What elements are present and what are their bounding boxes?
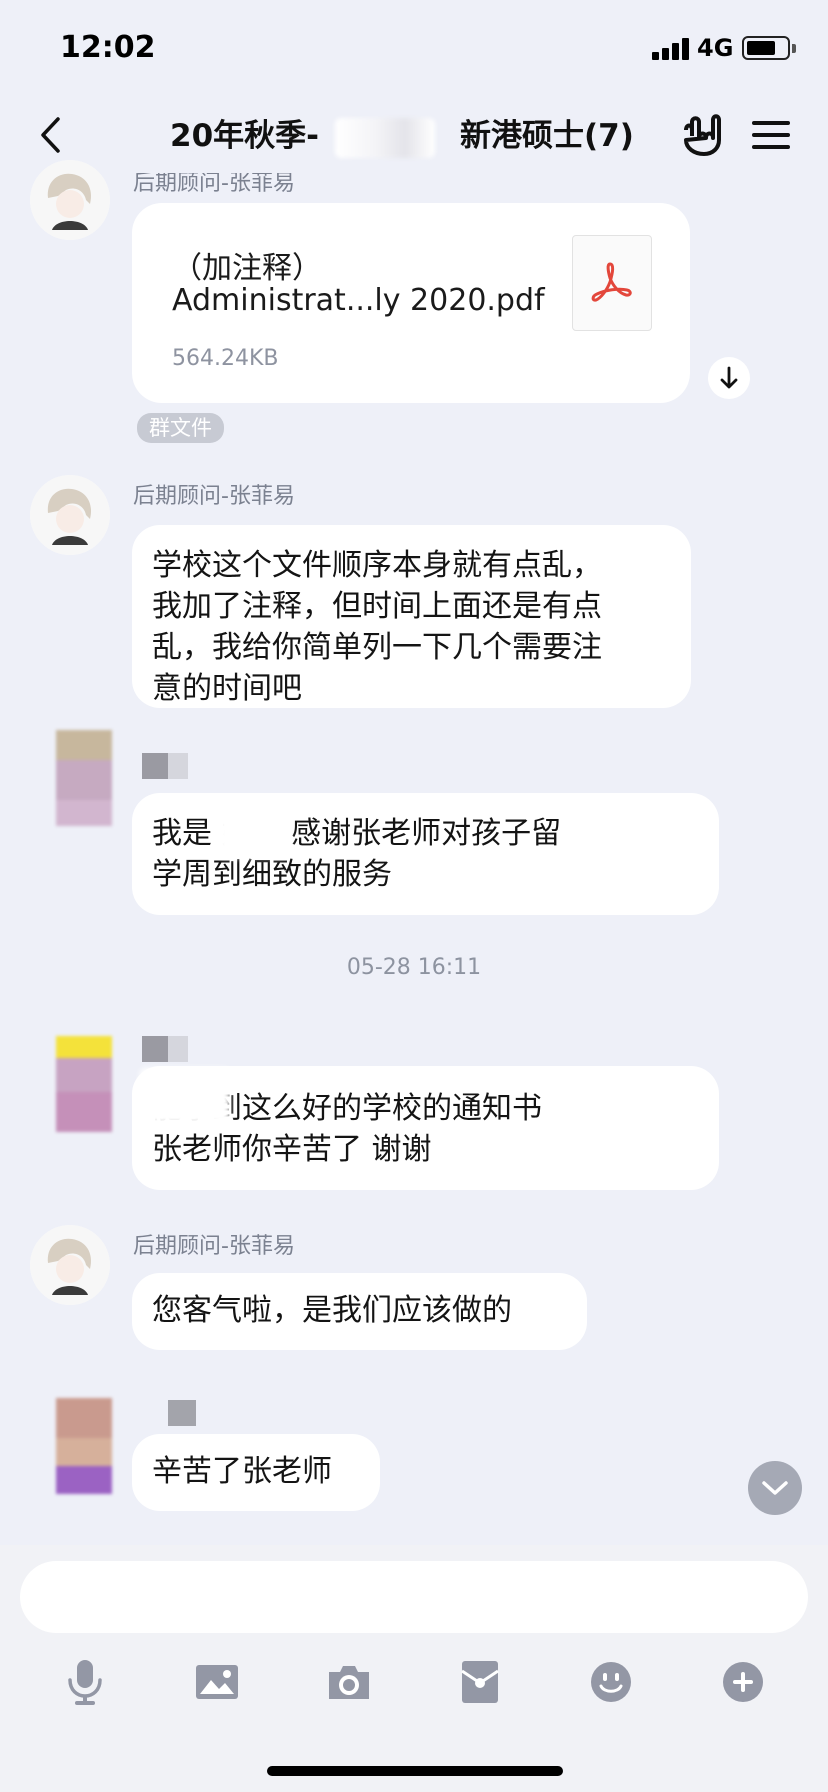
file-name-line2: Administrat...ly 2020.pdf — [172, 283, 545, 318]
message-line: 您客气啦，是我们应该做的 — [152, 1293, 512, 1328]
blurred-name-patch — [218, 800, 290, 858]
hamburger-menu-icon — [752, 121, 790, 149]
message-bubble[interactable]: 您客气啦，是我们应该做的 — [132, 1273, 587, 1350]
status-bar: 12:02 4G — [0, 0, 828, 100]
pdf-file-icon — [572, 235, 652, 331]
arrow-down-icon — [720, 366, 738, 389]
message-bubble[interactable]: 学校这个文件顺序本身就有点乱， 我加了注释，但时间上面还是有点 乱，我给你简单列… — [132, 525, 691, 708]
file-name-line1: （加注释） — [172, 251, 322, 286]
emoji-button[interactable] — [581, 1652, 641, 1712]
red-packet-button[interactable] — [450, 1652, 510, 1712]
message-line: 能拿到这么好的学校的通知书 — [152, 1091, 542, 1126]
rock-hand-icon — [684, 114, 721, 156]
status-time: 12:02 — [60, 30, 156, 65]
message-line: 我加了注释，但时间上面还是有点 — [152, 589, 602, 624]
scroll-to-bottom-button[interactable] — [748, 1461, 802, 1515]
message-input[interactable] — [20, 1561, 808, 1633]
avatar-advisor[interactable] — [30, 160, 110, 240]
message-line: 学周到细致的服务 — [152, 857, 392, 892]
chevron-down-icon — [762, 1481, 788, 1495]
avatar-blurred[interactable] — [56, 730, 112, 826]
avatar-blurred[interactable] — [56, 1398, 112, 1494]
input-area — [0, 1545, 828, 1792]
avatar-advisor[interactable] — [30, 1225, 110, 1305]
file-size: 564.24KB — [172, 346, 279, 371]
red-packet-icon — [461, 1661, 499, 1703]
message-line: 张老师你辛苦了 谢谢 — [152, 1132, 432, 1167]
file-message-bubble[interactable]: （加注释） Administrat...ly 2020.pdf 564.24KB — [132, 203, 690, 403]
sender-name-blurred — [168, 1400, 198, 1426]
microphone-icon — [68, 1660, 102, 1705]
message-line: 乱，我给你简单列一下几个需要注 — [152, 630, 602, 665]
signal-icon — [652, 38, 690, 60]
blurred-name-patch — [140, 1068, 230, 1124]
menu-button[interactable] — [746, 110, 796, 160]
anime-avatar-icon — [30, 475, 110, 555]
battery-cap — [792, 44, 796, 53]
chat-title-suffix: 新港硕士(7) — [460, 118, 634, 154]
message-line: 意的时间吧 — [152, 671, 302, 706]
camera-icon — [329, 1666, 369, 1699]
voice-button[interactable] — [55, 1652, 115, 1712]
avatar-blurred[interactable] — [56, 1036, 112, 1132]
home-indicator — [267, 1766, 563, 1776]
message-line: 辛苦了张老师 — [152, 1454, 332, 1489]
more-button[interactable] — [713, 1652, 773, 1712]
download-button[interactable] — [708, 357, 750, 399]
chevron-left-icon — [41, 117, 60, 153]
anime-avatar-icon — [30, 160, 110, 240]
hand-gesture-button[interactable] — [676, 110, 726, 160]
sender-name-blurred — [142, 753, 198, 779]
chat-title-prefix: 20年秋季- — [170, 118, 320, 154]
chat-header: 20年秋季- 新港硕士(7) — [0, 100, 828, 172]
group-file-tag[interactable]: 群文件 — [137, 413, 224, 443]
sender-name: 后期顾问-张菲易 — [133, 1234, 295, 1259]
plus-icon — [723, 1662, 763, 1702]
network-label: 4G — [697, 34, 734, 62]
sender-name: 后期顾问-张菲易 — [133, 484, 295, 509]
battery-icon — [742, 36, 790, 60]
message-timestamp: 05-28 16:11 — [346, 955, 482, 980]
image-button[interactable] — [187, 1652, 247, 1712]
message-bubble[interactable]: 辛苦了张老师 — [132, 1434, 380, 1511]
sender-name-blurred — [142, 1036, 198, 1062]
camera-button[interactable] — [319, 1652, 379, 1712]
blurred-title-segment — [335, 118, 435, 158]
back-button[interactable] — [30, 112, 70, 158]
avatar-advisor[interactable] — [30, 475, 110, 555]
message-line: 学校这个文件顺序本身就有点乱， — [152, 548, 602, 583]
image-icon — [196, 1665, 238, 1699]
emoji-icon — [591, 1662, 631, 1702]
anime-avatar-icon — [30, 1225, 110, 1305]
